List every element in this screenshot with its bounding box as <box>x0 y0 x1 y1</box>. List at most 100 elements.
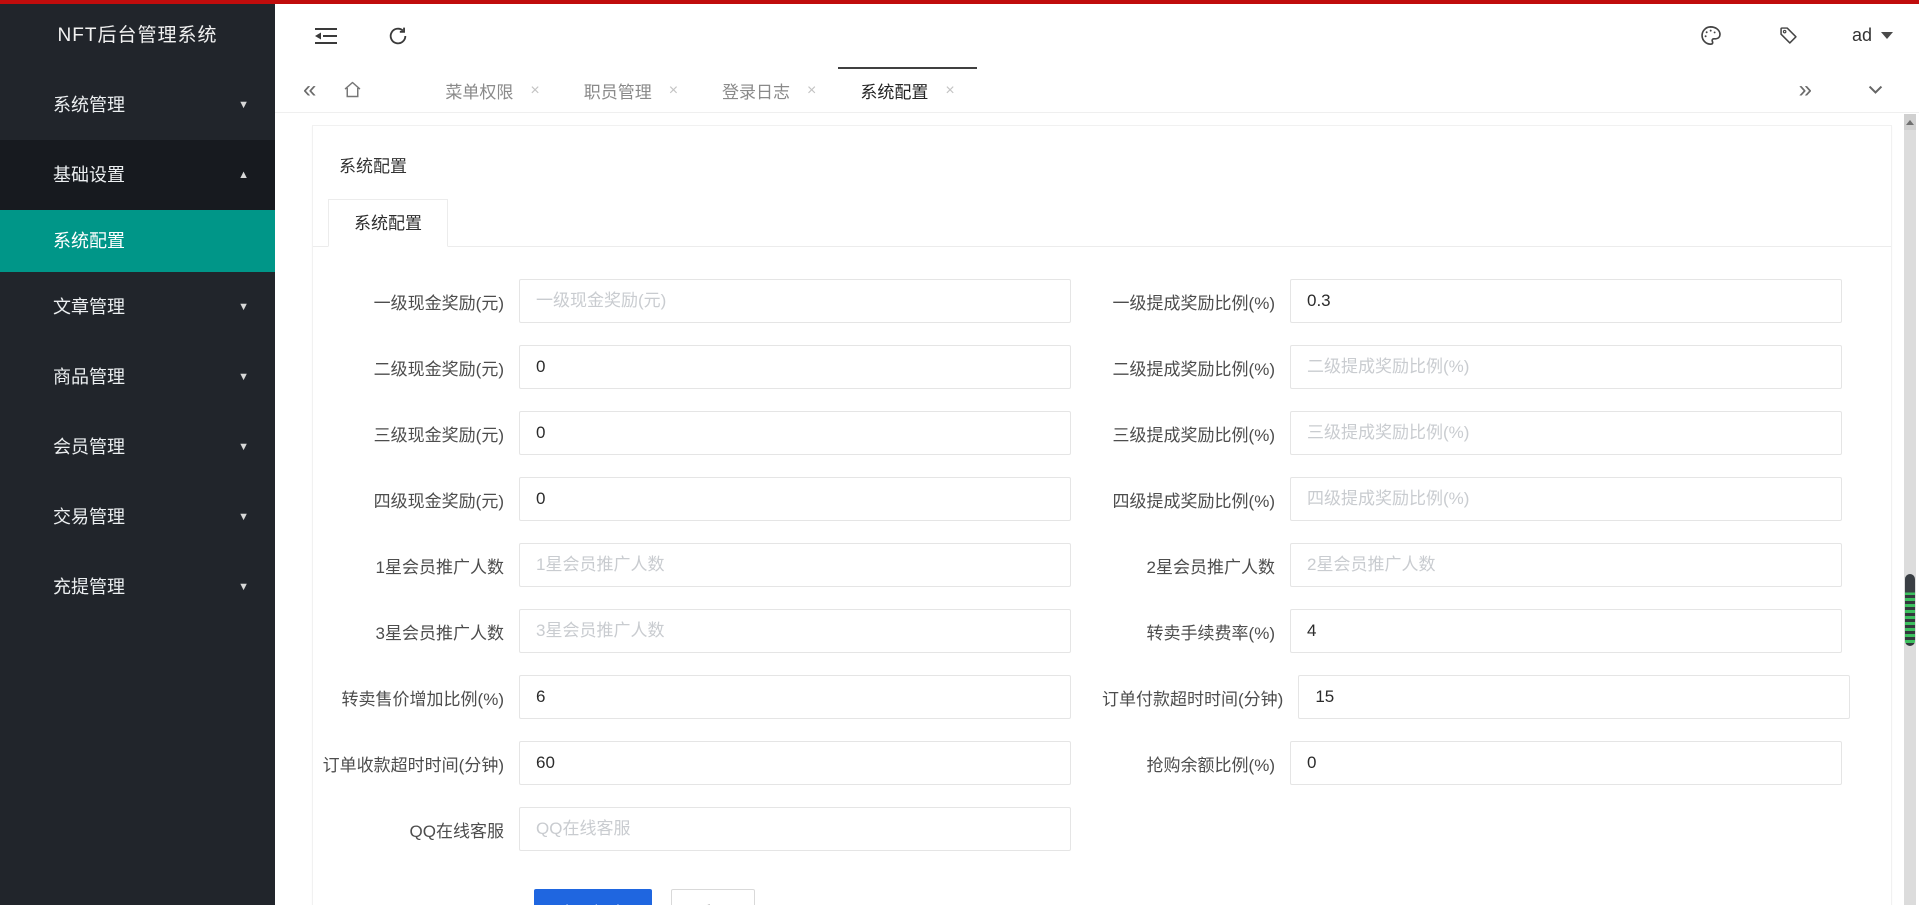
form-field: 三级现金奖励(元) <box>313 411 1102 455</box>
level3-cash-reward-input[interactable] <box>519 411 1071 455</box>
form-label: 3星会员推广人数 <box>313 619 519 644</box>
qq-online-service-input[interactable] <box>519 807 1071 851</box>
sidebar-item-label: 充提管理 <box>53 577 125 597</box>
order-receipt-timeout-input[interactable] <box>519 741 1071 785</box>
sidebar-item-system-config[interactable]: 系统配置 <box>0 210 275 272</box>
sidebar-item-deposit-withdraw-management[interactable]: 充提管理 ▼ <box>0 552 275 622</box>
form-field: 订单付款超时时间(分钟) <box>1102 675 1891 719</box>
resale-price-increase-input[interactable] <box>519 675 1071 719</box>
tabbar-right: » <box>1787 67 1919 112</box>
caret-up-icon: ▲ <box>238 140 249 210</box>
sidebar-item-article-management[interactable]: 文章管理 ▼ <box>0 272 275 342</box>
sidebar-item-label: 商品管理 <box>53 367 125 387</box>
tab-label: 菜单权限 <box>445 78 513 103</box>
tab-menu-permissions[interactable]: 菜单权限 × <box>423 67 561 112</box>
topbar: ad <box>275 4 1919 67</box>
sidebar-subitem-label: 系统配置 <box>53 231 125 251</box>
form-row: 二级现金奖励(元) 二级提成奖励比例(%) <box>313 345 1891 389</box>
flash-sale-balance-ratio-input[interactable] <box>1290 741 1842 785</box>
tab-label: 登录日志 <box>722 78 790 103</box>
vertical-scrollbar[interactable] <box>1904 114 1916 905</box>
app-title: NFT后台管理系统 <box>0 4 275 68</box>
level1-commission-ratio-input[interactable] <box>1290 279 1842 323</box>
user-menu[interactable]: ad <box>1852 25 1893 46</box>
sidebar-item-member-management[interactable]: 会员管理 ▼ <box>0 412 275 482</box>
system-config-card: 系统配置 系统配置 一级现金奖励(元) 一级提成奖励比例(%) <box>312 125 1892 905</box>
form-label: 订单收款超时时间(分钟) <box>313 751 519 776</box>
level2-cash-reward-input[interactable] <box>519 345 1071 389</box>
form-field: QQ在线客服 <box>313 807 1102 851</box>
refresh-icon[interactable] <box>383 21 413 51</box>
form-field: 三级提成奖励比例(%) <box>1102 411 1891 455</box>
star3-promoter-count-input[interactable] <box>519 609 1071 653</box>
caret-down-icon: ▼ <box>238 70 249 140</box>
sidebar-item-label: 系统管理 <box>53 95 125 115</box>
close-icon[interactable]: × <box>669 83 678 99</box>
sidebar-item-label: 会员管理 <box>53 437 125 457</box>
sidebar: NFT后台管理系统 系统管理 ▼ 基础设置 ▲ 系统配置 文章管理 ▼ 商品管理… <box>0 4 275 905</box>
sidebar-item-product-management[interactable]: 商品管理 ▼ <box>0 342 275 412</box>
form-label: 一级现金奖励(元) <box>313 289 519 314</box>
form-field: 四级现金奖励(元) <box>313 477 1102 521</box>
reset-button[interactable]: 重置 <box>671 889 755 905</box>
sidebar-item-basic-settings[interactable]: 基础设置 ▲ <box>0 140 275 210</box>
resale-fee-rate-input[interactable] <box>1290 609 1842 653</box>
tabs-scroll-right-icon[interactable]: » <box>1787 76 1824 104</box>
caret-down-icon <box>1881 32 1893 39</box>
form-row: 订单收款超时时间(分钟) 抢购余额比例(%) <box>313 741 1891 785</box>
theme-palette-icon[interactable] <box>1696 21 1726 51</box>
tab-staff-management[interactable]: 职员管理 × <box>562 67 700 112</box>
form-row: 三级现金奖励(元) 三级提成奖励比例(%) <box>313 411 1891 455</box>
order-payment-timeout-input[interactable] <box>1298 675 1850 719</box>
tab-label: 系统配置 <box>860 78 928 103</box>
sidebar-item-system-management[interactable]: 系统管理 ▼ <box>0 70 275 140</box>
form-label: 转卖手续费率(%) <box>1102 619 1290 644</box>
tabbar: « 菜单权限 × 职员管理 × 登录日志 × 系统配置 × <box>275 67 1919 113</box>
user-name: ad <box>1852 25 1872 46</box>
form-label: QQ在线客服 <box>313 817 519 842</box>
tab-login-logs[interactable]: 登录日志 × <box>700 67 838 112</box>
panel-tab-strip: 系统配置 <box>313 199 1891 247</box>
tabs-menu-chevron-down-icon[interactable] <box>1854 80 1897 99</box>
close-icon[interactable]: × <box>807 83 816 99</box>
submit-button[interactable]: 立即提交 <box>534 889 652 905</box>
form-label: 2星会员推广人数 <box>1102 553 1290 578</box>
level4-commission-ratio-input[interactable] <box>1290 477 1842 521</box>
level2-commission-ratio-input[interactable] <box>1290 345 1842 389</box>
form-label: 转卖售价增加比例(%) <box>313 685 519 710</box>
tabs-scroll-left-icon[interactable]: « <box>291 67 328 112</box>
app-window: NFT后台管理系统 系统管理 ▼ 基础设置 ▲ 系统配置 文章管理 ▼ 商品管理… <box>0 0 1919 905</box>
topbar-right: ad <box>1696 21 1893 51</box>
star1-promoter-count-input[interactable] <box>519 543 1071 587</box>
form-row: 转卖售价增加比例(%) 订单付款超时时间(分钟) <box>313 675 1891 719</box>
close-icon[interactable]: × <box>945 83 954 99</box>
form-actions: 立即提交 重置 <box>534 889 1891 905</box>
form-label: 三级提成奖励比例(%) <box>1102 421 1290 446</box>
form-field: 一级现金奖励(元) <box>313 279 1102 323</box>
top-accent-line <box>0 0 1919 4</box>
form-row: 1星会员推广人数 2星会员推广人数 <box>313 543 1891 587</box>
form-label: 订单付款超时时间(分钟) <box>1102 685 1298 710</box>
sidebar-item-label: 文章管理 <box>53 297 125 317</box>
home-icon[interactable] <box>328 67 377 112</box>
scrollbar-up-button[interactable] <box>1904 114 1916 130</box>
level1-cash-reward-input[interactable] <box>519 279 1071 323</box>
form-field: 二级现金奖励(元) <box>313 345 1102 389</box>
form-field: 四级提成奖励比例(%) <box>1102 477 1891 521</box>
main-area: ad « 菜单权限 × 职员管理 × 登录 <box>275 4 1919 905</box>
level3-commission-ratio-input[interactable] <box>1290 411 1842 455</box>
tag-icon[interactable] <box>1774 21 1804 51</box>
level4-cash-reward-input[interactable] <box>519 477 1071 521</box>
form-label: 四级现金奖励(元) <box>313 487 519 512</box>
panel-tab-system-config[interactable]: 系统配置 <box>328 199 448 247</box>
sidebar-item-trade-management[interactable]: 交易管理 ▼ <box>0 482 275 552</box>
form-row: QQ在线客服 <box>313 807 1891 851</box>
page-title: 系统配置 <box>313 126 1891 199</box>
star2-promoter-count-input[interactable] <box>1290 543 1842 587</box>
form-label: 四级提成奖励比例(%) <box>1102 487 1290 512</box>
tab-system-config[interactable]: 系统配置 × <box>838 67 976 112</box>
caret-down-icon: ▼ <box>238 272 249 342</box>
close-icon[interactable]: × <box>530 83 539 99</box>
scrollbar-thumb[interactable] <box>1905 574 1915 646</box>
sidebar-toggle-icon[interactable] <box>311 21 341 51</box>
